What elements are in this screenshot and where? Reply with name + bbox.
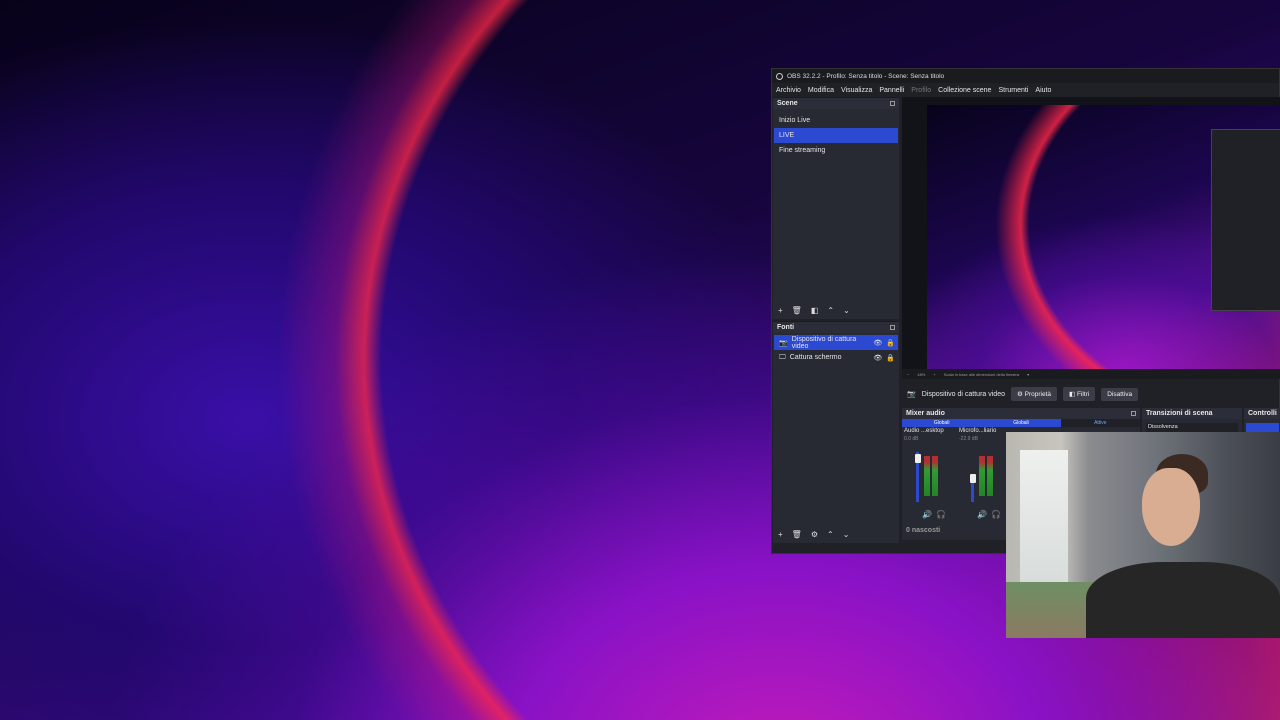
move-down-icon[interactable]: ⌄ — [843, 306, 850, 315]
channel-db: -22.9 dB — [959, 436, 978, 442]
tab-globali[interactable]: Globali — [902, 419, 982, 427]
tab-globali-2[interactable]: Globali — [981, 419, 1061, 427]
hidden-count: 0 nascosti — [906, 527, 941, 534]
menu-visualizza[interactable]: Visualizza — [841, 87, 872, 94]
channel-db: 0.0 dB — [904, 436, 919, 442]
source-label: Cattura schermo — [789, 354, 842, 361]
channel-buttons: 🔊 🎧 — [922, 510, 946, 519]
scene-item-fine-streaming[interactable]: Fine streaming — [774, 143, 898, 158]
channel-buttons: 🔊 🎧 — [977, 510, 1001, 519]
transitions-header: Transizioni di scena — [1142, 408, 1242, 419]
sources-title: Fonti — [777, 324, 795, 331]
menu-bar: Archivio Modifica Visualizza Pannelli Pr… — [772, 83, 1279, 97]
undock-icon[interactable] — [890, 101, 895, 106]
mixer-header: Mixer audio — [902, 408, 1140, 419]
speaker-icon[interactable]: 🔊 — [922, 510, 932, 519]
channel-name: Microfo...liario — [959, 428, 997, 434]
scene-item-inizio-live[interactable]: Inizio Live — [774, 113, 898, 128]
properties-button[interactable]: ⚙ Proprietà — [1010, 387, 1057, 401]
menu-collezione-scene[interactable]: Collezione scene — [938, 87, 991, 94]
preview-image — [927, 105, 1280, 369]
properties-label: Proprietà — [1024, 391, 1051, 398]
mixer-title: Mixer audio — [906, 410, 945, 417]
title-bar[interactable]: OBS 32.2.2 - Profilo: Senza titolo - Sce… — [772, 69, 1279, 83]
lock-icon[interactable]: 🔒 — [886, 354, 895, 362]
menu-pannelli[interactable]: Pannelli — [879, 87, 904, 94]
add-icon[interactable]: + — [778, 530, 783, 539]
level-meter — [932, 456, 938, 496]
trash-icon[interactable]: 🗑 — [792, 530, 802, 539]
filters-button[interactable]: ◧ Filtri — [1063, 387, 1096, 401]
window-title: OBS 32.2.2 - Profilo: Senza titolo - Sce… — [787, 72, 945, 80]
zoom-value: 48% — [917, 371, 926, 377]
level-meter — [987, 456, 993, 496]
headphones-icon[interactable]: 🎧 — [936, 510, 946, 519]
add-icon[interactable]: + — [778, 306, 783, 315]
level-meter — [979, 456, 985, 496]
menu-archivio[interactable]: Archivio — [776, 87, 801, 94]
webcam-background-window — [1020, 450, 1068, 600]
lock-icon[interactable]: 🔒 — [886, 339, 895, 347]
scenes-title: Scene — [777, 100, 798, 107]
webcam-person-body — [1086, 562, 1280, 638]
webcam-preview — [1006, 432, 1280, 638]
controls-title: Controlli — [1248, 410, 1277, 417]
scenes-toolbar: + 🗑 ◧ ⌃ ⌄ — [778, 306, 850, 315]
speaker-icon[interactable]: 🔊 — [977, 510, 987, 519]
mixer-tabs: Globali Globali Attive — [902, 419, 1140, 427]
scene-list: Inizio Live LIVE Fine streaming — [773, 109, 899, 158]
zoom-out-icon[interactable]: − — [907, 372, 909, 377]
trash-icon[interactable]: 🗑 — [792, 306, 802, 315]
transition-select[interactable]: Dissolvenza — [1146, 423, 1238, 432]
eye-icon[interactable]: 👁 — [873, 339, 882, 347]
context-source-name: Dispositivo di cattura video — [921, 390, 1005, 398]
move-up-icon[interactable]: ⌃ — [827, 306, 834, 315]
scenes-dock: Scene Inizio Live LIVE Fine streaming + … — [773, 97, 899, 319]
preview-mini-obs-window — [1211, 129, 1280, 311]
mixer-channel-mic: Microfo...liario -22.9 dB 🔊 🎧 — [959, 428, 1011, 519]
undock-icon[interactable] — [890, 325, 895, 330]
sources-dock: Fonti 📷 Dispositivo di cattura video 👁 🔒… — [773, 321, 899, 543]
source-item-screen-capture[interactable]: 🖵 Cattura schermo 👁 🔒 — [774, 350, 898, 365]
camera-icon: 📷 — [907, 391, 916, 398]
filters-label: Filtri — [1076, 391, 1090, 398]
webcam-person-head — [1142, 468, 1200, 546]
transitions-title: Transizioni di scena — [1146, 410, 1213, 417]
zoom-bar: − 48% + Scala in base alle dimensioni de… — [902, 369, 1280, 379]
menu-aiuto[interactable]: Aiuto — [1035, 87, 1051, 94]
filter-icon[interactable]: ◧ — [811, 306, 819, 315]
preview-canvas[interactable] — [902, 97, 1280, 369]
sources-toolbar: + 🗑 ⚙ ⌃ ⌄ — [778, 530, 849, 539]
tab-attive[interactable]: Attive — [1060, 419, 1140, 427]
zoom-in-icon[interactable]: + — [933, 372, 935, 377]
monitor-icon: 🖵 — [779, 353, 786, 361]
move-up-icon[interactable]: ⌃ — [827, 530, 834, 539]
menu-modifica[interactable]: Modifica — [808, 87, 834, 94]
camera-icon: 📷 — [779, 339, 788, 347]
source-item-video-capture[interactable]: 📷 Dispositivo di cattura video 👁 🔒 — [774, 335, 898, 350]
sources-dock-header: Fonti — [773, 322, 899, 333]
move-down-icon[interactable]: ⌄ — [843, 530, 850, 539]
chevron-down-icon[interactable]: ▾ — [1027, 372, 1029, 377]
scale-mode-select[interactable]: Scala in base alle dimensioni della fine… — [944, 372, 1019, 377]
context-bar: 📷 Dispositivo di cattura video ⚙ Proprie… — [902, 384, 1280, 404]
fader-knob[interactable] — [915, 454, 921, 463]
scenes-dock-header: Scene — [773, 98, 899, 109]
deactivate-button[interactable]: Disattiva — [1101, 387, 1139, 401]
source-label: Dispositivo di cattura video — [791, 335, 857, 350]
headphones-icon[interactable]: 🎧 — [991, 510, 1001, 519]
menu-profilo[interactable]: Profilo — [911, 87, 931, 94]
obs-logo-icon — [776, 72, 783, 80]
channel-name: Audio ...esktop — [904, 428, 944, 434]
scene-item-live[interactable]: LIVE — [774, 128, 898, 143]
undock-icon[interactable] — [1131, 411, 1136, 416]
level-meter — [924, 456, 930, 496]
mixer-channel-desktop: Audio ...esktop 0.0 dB 🔊 🎧 — [904, 428, 956, 519]
menu-strumenti[interactable]: Strumenti — [998, 87, 1028, 94]
eye-icon[interactable]: 👁 — [873, 354, 882, 362]
fader-knob[interactable] — [970, 474, 976, 483]
controls-header: Controlli — [1244, 408, 1280, 419]
source-list: 📷 Dispositivo di cattura video 👁 🔒 🖵 Cat… — [773, 333, 899, 365]
gear-icon[interactable]: ⚙ — [811, 530, 818, 539]
